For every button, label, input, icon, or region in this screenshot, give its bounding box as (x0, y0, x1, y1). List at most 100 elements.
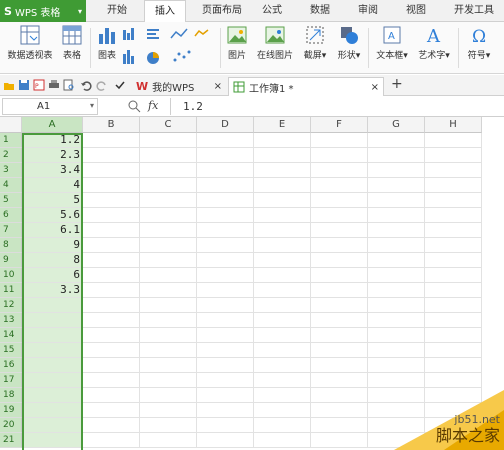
close-icon[interactable]: × (371, 82, 379, 93)
grid-cell[interactable] (22, 388, 83, 403)
tab-page-layout[interactable]: 页面布局 (194, 0, 250, 22)
grid-cell[interactable] (140, 268, 197, 283)
new-tab-button[interactable]: + (391, 76, 403, 92)
grid-cell[interactable] (425, 253, 482, 268)
grid-cell[interactable] (425, 178, 482, 193)
tab-my-wps[interactable]: W 我的WPS × (132, 77, 226, 96)
row-header[interactable]: 19 (0, 403, 22, 418)
grid-cell[interactable] (311, 298, 368, 313)
grid-cell[interactable] (83, 298, 140, 313)
grid-cell[interactable] (368, 238, 425, 253)
name-box[interactable]: A1 (2, 98, 98, 115)
grid-cell[interactable] (197, 208, 254, 223)
grid-cell[interactable] (83, 178, 140, 193)
grid-cell[interactable] (311, 343, 368, 358)
grid-cell[interactable] (368, 328, 425, 343)
grid-cell[interactable] (197, 358, 254, 373)
grid-cell[interactable] (311, 208, 368, 223)
grid-cell[interactable] (83, 133, 140, 148)
grid-cell[interactable] (83, 373, 140, 388)
grid-cell[interactable] (83, 328, 140, 343)
grid-cell[interactable] (311, 358, 368, 373)
row-header[interactable]: 8 (0, 238, 22, 253)
grid-cell[interactable] (368, 178, 425, 193)
grid-cell[interactable] (425, 208, 482, 223)
grid-cell[interactable] (311, 328, 368, 343)
grid-cell[interactable] (140, 133, 197, 148)
grid-cell[interactable] (254, 433, 311, 448)
grid-cell[interactable] (140, 373, 197, 388)
grid-cell[interactable] (425, 268, 482, 283)
grid-cell[interactable] (425, 373, 482, 388)
row-header[interactable]: 17 (0, 373, 22, 388)
grid-cell[interactable] (197, 298, 254, 313)
grid-cell[interactable] (22, 403, 83, 418)
grid-cell[interactable] (368, 148, 425, 163)
grid-cell[interactable] (425, 343, 482, 358)
grid-cell[interactable] (254, 178, 311, 193)
grid-cell[interactable]: 5.6 (22, 208, 83, 223)
grid-cell[interactable] (368, 298, 425, 313)
chevron-down-icon[interactable]: ▾ (90, 101, 94, 110)
save-icon[interactable] (18, 79, 30, 91)
grid-cell[interactable] (311, 178, 368, 193)
grid-cell[interactable] (140, 313, 197, 328)
textbox-button[interactable]: A 文本框▾ (372, 24, 412, 61)
grid-cell[interactable] (83, 433, 140, 448)
grid-cell[interactable] (368, 133, 425, 148)
grid-cell[interactable] (83, 163, 140, 178)
grid-cell[interactable] (140, 178, 197, 193)
grid-cell[interactable]: 2.3 (22, 148, 83, 163)
chart-button[interactable]: 图表 (94, 24, 120, 61)
grid-cell[interactable] (140, 148, 197, 163)
grid-cell[interactable] (254, 253, 311, 268)
grid-cell[interactable] (140, 388, 197, 403)
grid-cell[interactable] (368, 313, 425, 328)
row-header[interactable]: 3 (0, 163, 22, 178)
picture-button[interactable]: 图片 (224, 24, 250, 61)
customize-toolbar-icon[interactable] (114, 79, 126, 91)
pdf-export-icon[interactable]: P (33, 79, 45, 91)
grid-cell[interactable]: 5 (22, 193, 83, 208)
grid-cell[interactable] (425, 238, 482, 253)
grid-cell[interactable] (254, 358, 311, 373)
grid-cell[interactable] (22, 358, 83, 373)
grid-cell[interactable] (140, 403, 197, 418)
grid-cell[interactable]: 9 (22, 238, 83, 253)
grid-cell[interactable] (140, 193, 197, 208)
grid-cell[interactable] (254, 208, 311, 223)
grid-cell[interactable] (140, 328, 197, 343)
row-header[interactable]: 4 (0, 178, 22, 193)
grid-cell[interactable] (22, 298, 83, 313)
grid-cell[interactable] (83, 208, 140, 223)
grid-cell[interactable] (197, 343, 254, 358)
print-icon[interactable] (48, 79, 60, 91)
grid-cell[interactable] (254, 238, 311, 253)
screenshot-button[interactable]: 截屏▾ (300, 24, 330, 61)
grid-cell[interactable] (311, 373, 368, 388)
zoom-icon[interactable] (128, 100, 141, 113)
tab-developer[interactable]: 开发工具 (446, 0, 502, 22)
grid-cell[interactable] (368, 358, 425, 373)
grid-cell[interactable] (197, 163, 254, 178)
grid-cell[interactable] (311, 253, 368, 268)
row-header[interactable]: 5 (0, 193, 22, 208)
grid-cell[interactable] (311, 268, 368, 283)
grid-cell[interactable] (140, 298, 197, 313)
select-all-corner[interactable] (0, 117, 22, 133)
grid-cell[interactable] (425, 283, 482, 298)
row-header[interactable]: 11 (0, 283, 22, 298)
grid-cell[interactable] (22, 418, 83, 433)
tab-formula[interactable]: 公式 (256, 0, 288, 22)
column-header[interactable]: C (140, 117, 197, 133)
tab-workbook1[interactable]: 工作簿1 * × (228, 77, 384, 96)
grid-cell[interactable] (197, 433, 254, 448)
grid-cell[interactable] (22, 433, 83, 448)
grid-cell[interactable] (83, 253, 140, 268)
redo-icon[interactable] (96, 79, 108, 91)
grid-cell[interactable] (197, 193, 254, 208)
grid-cell[interactable] (254, 283, 311, 298)
grid-cell[interactable] (425, 298, 482, 313)
grid-cell[interactable] (254, 328, 311, 343)
grid-cell[interactable] (368, 193, 425, 208)
